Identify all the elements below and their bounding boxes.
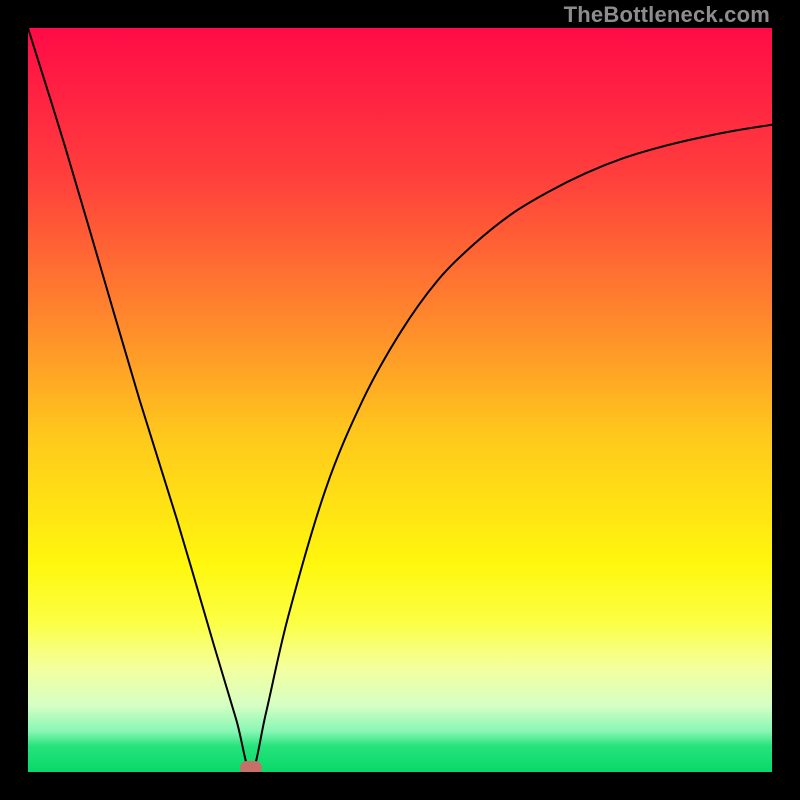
bottleneck-curve <box>28 28 772 772</box>
plot-area <box>28 28 772 772</box>
chart-frame: TheBottleneck.com <box>0 0 800 800</box>
curve-layer <box>28 28 772 772</box>
min-marker-icon <box>240 761 262 772</box>
watermark-text: TheBottleneck.com <box>564 2 770 28</box>
